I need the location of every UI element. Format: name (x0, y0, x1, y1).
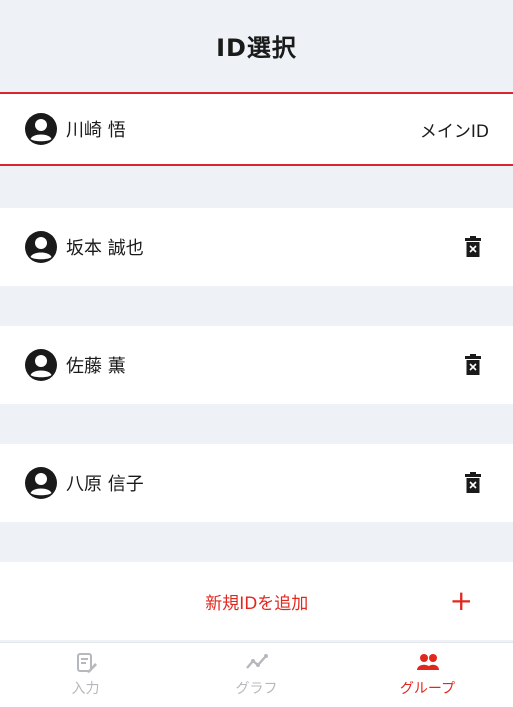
header: ID選択 (0, 0, 513, 90)
tab-input-label: 入力 (71, 681, 100, 697)
input-icon (76, 653, 97, 673)
user-name: 川崎 悟 (66, 120, 126, 141)
trash-icon[interactable] (463, 354, 483, 376)
user-avatar-icon (25, 349, 57, 381)
tab-graph[interactable]: グラフ (171, 643, 342, 707)
group-icon (416, 654, 439, 670)
main-id-row[interactable]: 川崎 悟 メインID (0, 92, 513, 166)
add-id-row[interactable]: 新規IDを追加 + (0, 562, 513, 640)
user-avatar-icon (25, 467, 57, 499)
user-row[interactable]: 八原 信子 (0, 444, 513, 522)
user-avatar-icon (25, 113, 57, 145)
user-row[interactable]: 佐藤 薫 (0, 326, 513, 404)
add-id-button[interactable]: 新規IDを追加 (24, 589, 450, 614)
tab-group-label: グループ (399, 681, 456, 697)
user-row[interactable]: 坂本 誠也 (0, 208, 513, 286)
trash-icon[interactable] (463, 472, 483, 494)
tab-bar: 入力 グラフ グループ (0, 642, 513, 707)
page-title: ID選択 (216, 33, 297, 62)
tab-graph-label: グラフ (235, 681, 278, 697)
tab-group[interactable]: グループ (342, 643, 513, 707)
user-avatar-icon (25, 231, 57, 263)
tab-input[interactable]: 入力 (0, 643, 171, 707)
user-name: 佐藤 薫 (66, 356, 126, 377)
main-id-label: メインID (419, 121, 489, 142)
user-name: 坂本 誠也 (66, 238, 144, 259)
graph-icon (245, 654, 268, 669)
plus-icon[interactable]: + (450, 587, 473, 615)
user-name: 八原 信子 (66, 474, 144, 495)
trash-icon[interactable] (463, 236, 483, 258)
